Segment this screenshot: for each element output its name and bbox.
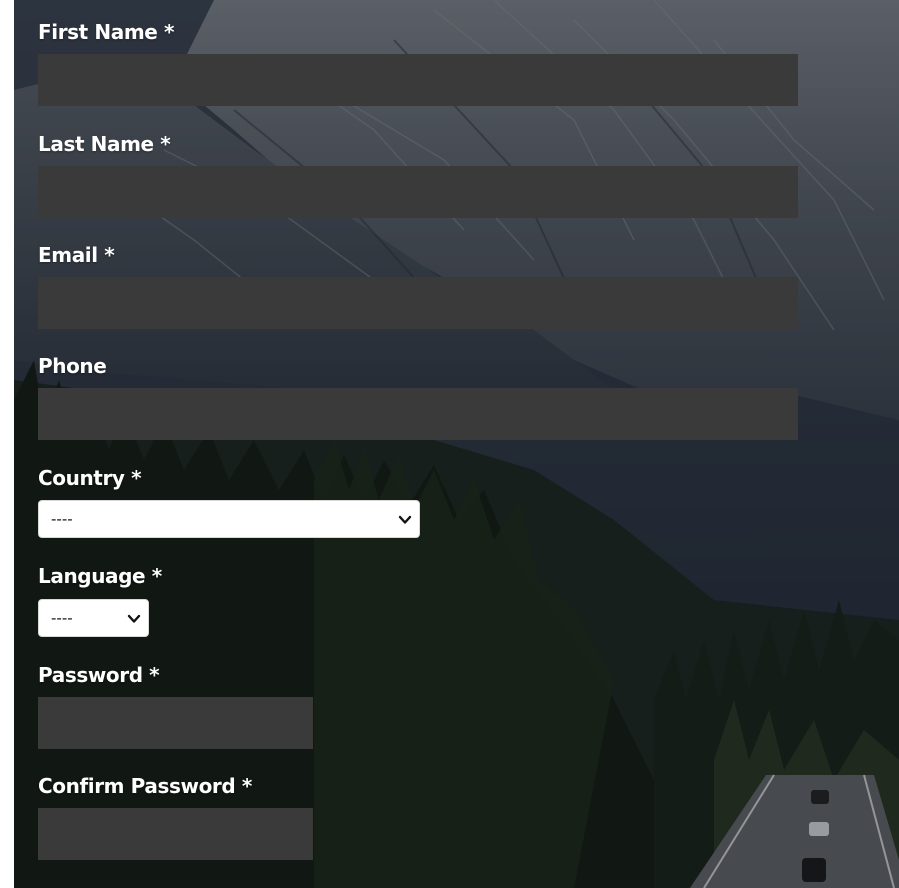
language-select[interactable]: ----	[38, 599, 149, 637]
confirm-password-input[interactable]	[38, 808, 313, 860]
email-label: Email *	[38, 243, 115, 267]
first-name-input[interactable]	[38, 54, 798, 106]
language-selected-value: ----	[51, 609, 73, 627]
country-label: Country *	[38, 466, 142, 490]
password-label: Password *	[38, 663, 160, 687]
password-input[interactable]	[38, 697, 313, 749]
email-input[interactable]	[38, 277, 798, 329]
chevron-down-icon	[127, 614, 141, 623]
last-name-input[interactable]	[38, 166, 798, 218]
confirm-password-label: Confirm Password *	[38, 774, 252, 798]
registration-page: First Name * Last Name * Email * Phone C…	[0, 0, 899, 888]
country-select[interactable]: ----	[38, 500, 420, 538]
first-name-label: First Name *	[38, 20, 175, 44]
language-label: Language *	[38, 564, 162, 588]
last-name-label: Last Name *	[38, 132, 171, 156]
chevron-down-icon	[398, 515, 412, 524]
phone-label: Phone	[38, 354, 107, 378]
country-selected-value: ----	[51, 510, 73, 528]
phone-input[interactable]	[38, 388, 798, 440]
